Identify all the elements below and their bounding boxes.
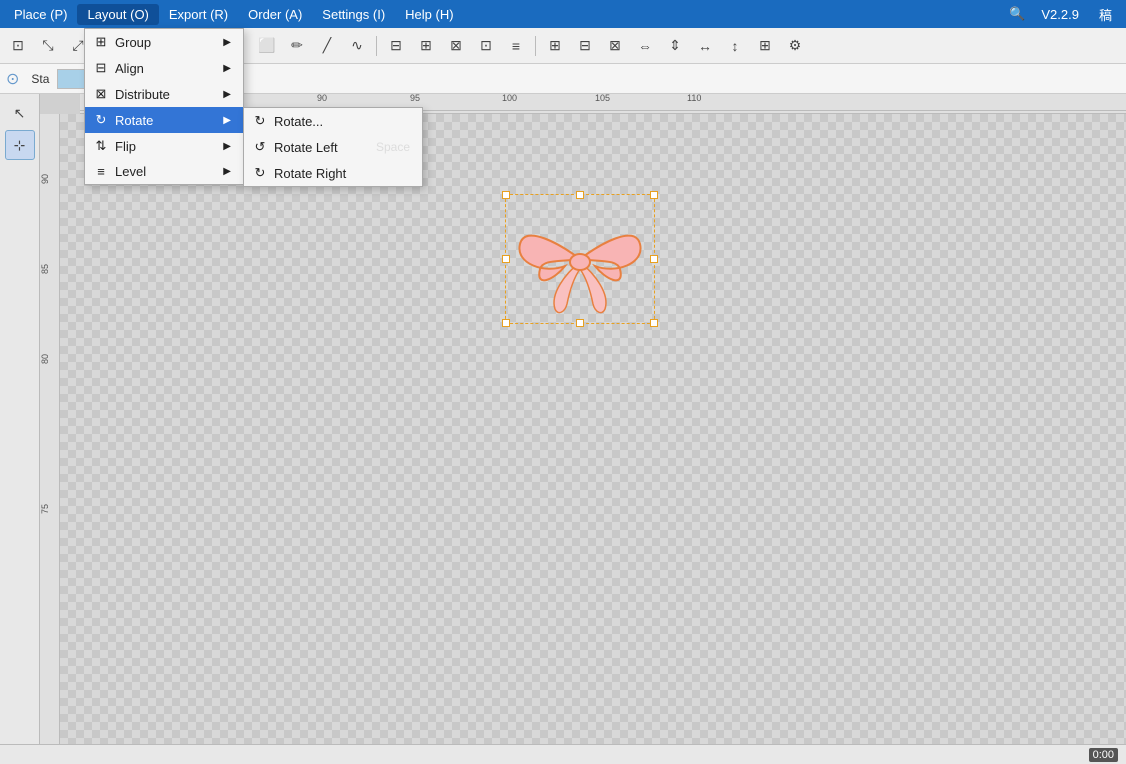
version-label: V2.2.9	[1041, 7, 1079, 22]
ruler-v-tick-85: 85	[40, 264, 50, 274]
ruler-v-tick-90: 90	[40, 174, 50, 184]
rotate-label: Rotate	[115, 113, 153, 128]
menu-item-distribute[interactable]: ⊠ Distribute ▶	[85, 81, 243, 107]
canvas-row: ↖ ⊹ 80 85 90 95 100 105 110	[0, 94, 1126, 764]
statusbar-right: 0:00	[1089, 748, 1118, 762]
rulers-and-canvas: 80 85 90 95 100 105 110 90 85 80 75	[40, 94, 1126, 764]
menu-export[interactable]: Export (R)	[159, 4, 238, 25]
toolbar-align-h-btn[interactable]: ⊟	[382, 32, 410, 60]
main-canvas[interactable]	[60, 114, 1126, 764]
ruler-tick-105: 105	[595, 94, 610, 103]
search-icon[interactable]: 🔍	[1003, 4, 1031, 24]
time-display: 0:00	[1089, 748, 1118, 762]
toolbar-dist-v-btn[interactable]: ⊡	[472, 32, 500, 60]
rotate-submenu: ↻ Rotate... ↺ Rotate Left Space ↻ Rotate…	[243, 107, 423, 187]
rotate-dialog-icon: ↻	[252, 113, 268, 129]
menu-item-level[interactable]: ≡ Level ▶	[85, 159, 243, 184]
align-arrow: ▶	[223, 63, 231, 74]
toolbar-center-h-btn[interactable]: ≡	[502, 32, 530, 60]
toolbar-dist-h-btn[interactable]: ⊠	[442, 32, 470, 60]
menu-item-flip[interactable]: ⇅ Flip ▶	[85, 133, 243, 159]
toolbar-curve-btn[interactable]: ∿	[343, 32, 371, 60]
toolbar-image-btn[interactable]: ⬜	[253, 32, 281, 60]
submenu-rotate-left[interactable]: ↺ Rotate Left Space	[244, 134, 422, 160]
ruler-tick-100: 100	[502, 94, 517, 103]
toolbar-align-v-btn[interactable]: ⊞	[412, 32, 440, 60]
rotate-left-shortcut: Space	[376, 140, 410, 154]
app-window: Place (P) Layout (O) Export (R) Order (A…	[0, 0, 1126, 764]
ruler-tick-95: 95	[410, 94, 420, 103]
flip-arrow: ▶	[223, 141, 231, 152]
menubar-right: 🔍 V2.2.9 稿	[1003, 2, 1122, 27]
toolbar-mirror-h-btn[interactable]: ⇔	[631, 32, 659, 60]
left-ruler: 90 85 80 75	[40, 114, 60, 764]
align-label: Align	[115, 61, 144, 76]
toolbar-pen-btn[interactable]: ✏	[283, 32, 311, 60]
menu-settings[interactable]: Settings (I)	[312, 4, 395, 25]
submenu-rotate-right[interactable]: ↻ Rotate Right	[244, 160, 422, 186]
group-arrow: ▶	[223, 37, 231, 48]
group-label: Group	[115, 35, 151, 50]
tool-node[interactable]: ⊹	[5, 130, 35, 160]
toolbar-sep-2	[376, 36, 377, 56]
toolbar-flip-v-btn[interactable]: ↕	[721, 32, 749, 60]
menu-order[interactable]: Order (A)	[238, 4, 312, 25]
rotate-arrow: ▶	[223, 115, 231, 126]
flip-label: Flip	[115, 139, 136, 154]
toolbar-col-btn[interactable]: ⊠	[601, 32, 629, 60]
toolbar-select-btn[interactable]: ⊡	[4, 32, 32, 60]
context-label: Sta	[23, 72, 57, 86]
group-icon: ⊞	[93, 34, 109, 50]
statusbar: 0:00	[0, 744, 1126, 764]
ruler-v-tick-75: 75	[40, 504, 50, 514]
ruler-v-tick-80: 80	[40, 354, 50, 364]
menu-layout[interactable]: Layout (O)	[77, 4, 158, 25]
toolbar-zoom-fit-btn[interactable]: ⤡	[34, 32, 62, 60]
toolbar-flip-h-btn[interactable]: ↔	[691, 32, 719, 60]
menubar: Place (P) Layout (O) Export (R) Order (A…	[0, 0, 1126, 28]
menu-item-group[interactable]: ⊞ Group ▶	[85, 29, 243, 55]
ruler-tick-90: 90	[317, 94, 327, 103]
distribute-label: Distribute	[115, 87, 170, 102]
toolbar-mirror-v-btn[interactable]: ⇕	[661, 32, 689, 60]
toolbar-sep-3	[535, 36, 536, 56]
tool-pointer[interactable]: ↖	[5, 98, 35, 128]
canvas-area-wrapper: 90 85 80 75	[40, 114, 1126, 764]
bow-object[interactable]	[505, 194, 655, 324]
layout-dropdown: ⊞ Group ▶ ⊟ Align ▶ ⊠ Distribute ▶ ↻ Rot…	[84, 28, 244, 185]
rotate-left-label: Rotate Left	[274, 140, 338, 155]
flip-icon: ⇅	[93, 138, 109, 154]
rotate-left-icon: ↺	[252, 139, 268, 155]
toolbar-settings-btn[interactable]: ⚙	[781, 32, 809, 60]
distribute-arrow: ▶	[223, 89, 231, 100]
tool-sidebar: ↖ ⊹	[0, 94, 40, 764]
menu-item-rotate[interactable]: ↻ Rotate ▶ ↻ Rotate... ↺ Rotate Left Spa…	[85, 107, 243, 133]
rotate-right-label: Rotate Right	[274, 166, 346, 181]
context-icon: ⊙	[6, 69, 19, 89]
level-arrow: ▶	[223, 166, 231, 177]
menu-item-align[interactable]: ⊟ Align ▶	[85, 55, 243, 81]
toolbar-row-btn[interactable]: ⊟	[571, 32, 599, 60]
rotate-right-icon: ↻	[252, 165, 268, 181]
rotate-dialog-label: Rotate...	[274, 114, 323, 129]
menu-help[interactable]: Help (H)	[395, 4, 463, 25]
level-icon: ≡	[93, 164, 109, 179]
toolbar-line-btn[interactable]: ╱	[313, 32, 341, 60]
rotate-icon: ↻	[93, 112, 109, 128]
app-title: 稿	[1089, 2, 1122, 27]
toolbar-more-btn[interactable]: ⊞	[751, 32, 779, 60]
menu-place[interactable]: Place (P)	[4, 4, 77, 25]
bow-svg	[505, 194, 655, 324]
toolbar-table-btn[interactable]: ⊞	[541, 32, 569, 60]
submenu-rotate-dialog[interactable]: ↻ Rotate...	[244, 108, 422, 134]
align-icon: ⊟	[93, 60, 109, 76]
ruler-tick-110: 110	[687, 94, 701, 103]
distribute-icon: ⊠	[93, 86, 109, 102]
level-label: Level	[115, 164, 146, 179]
